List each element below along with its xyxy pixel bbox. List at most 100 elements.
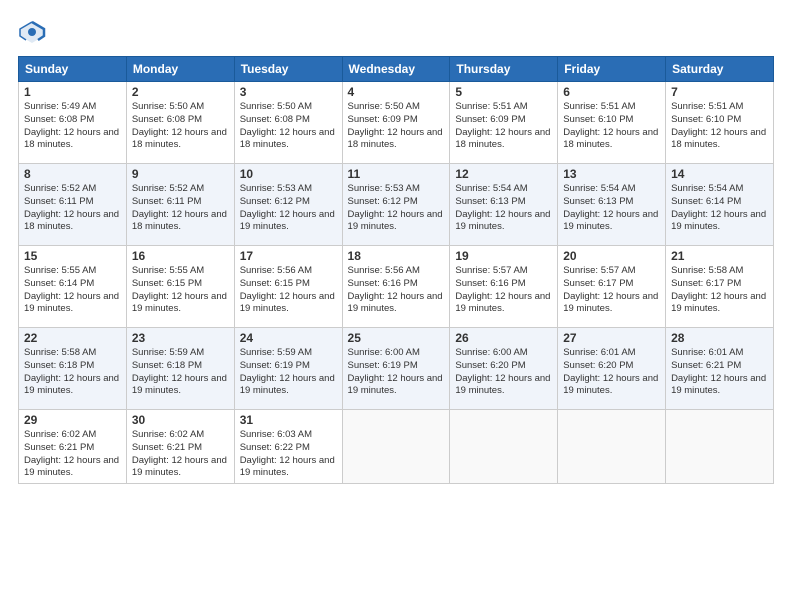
weekday-header-sunday: Sunday <box>19 57 127 82</box>
weekday-header-wednesday: Wednesday <box>342 57 450 82</box>
day-info: Sunrise: 5:54 AM Sunset: 6:13 PM Dayligh… <box>455 183 552 234</box>
day-info: Sunrise: 6:02 AM Sunset: 6:21 PM Dayligh… <box>132 429 229 480</box>
day-number: 12 <box>455 167 552 181</box>
day-info: Sunrise: 5:50 AM Sunset: 6:09 PM Dayligh… <box>348 101 445 152</box>
day-number: 15 <box>24 249 121 263</box>
calendar-cell: 21 Sunrise: 5:58 AM Sunset: 6:17 PM Dayl… <box>666 246 774 328</box>
calendar-cell: 1 Sunrise: 5:49 AM Sunset: 6:08 PM Dayli… <box>19 82 127 164</box>
calendar-cell: 9 Sunrise: 5:52 AM Sunset: 6:11 PM Dayli… <box>126 164 234 246</box>
calendar-cell: 25 Sunrise: 6:00 AM Sunset: 6:19 PM Dayl… <box>342 328 450 410</box>
weekday-header-friday: Friday <box>558 57 666 82</box>
day-info: Sunrise: 6:01 AM Sunset: 6:21 PM Dayligh… <box>671 347 768 398</box>
day-number: 20 <box>563 249 660 263</box>
calendar-cell: 23 Sunrise: 5:59 AM Sunset: 6:18 PM Dayl… <box>126 328 234 410</box>
calendar-cell: 31 Sunrise: 6:03 AM Sunset: 6:22 PM Dayl… <box>234 410 342 484</box>
weekday-header-saturday: Saturday <box>666 57 774 82</box>
day-number: 31 <box>240 413 337 427</box>
day-number: 19 <box>455 249 552 263</box>
day-info: Sunrise: 5:51 AM Sunset: 6:10 PM Dayligh… <box>671 101 768 152</box>
day-number: 14 <box>671 167 768 181</box>
weekday-header-tuesday: Tuesday <box>234 57 342 82</box>
calendar-week-row: 8 Sunrise: 5:52 AM Sunset: 6:11 PM Dayli… <box>19 164 774 246</box>
day-number: 1 <box>24 85 121 99</box>
calendar-cell: 19 Sunrise: 5:57 AM Sunset: 6:16 PM Dayl… <box>450 246 558 328</box>
day-info: Sunrise: 5:57 AM Sunset: 6:16 PM Dayligh… <box>455 265 552 316</box>
day-number: 18 <box>348 249 445 263</box>
calendar-cell: 11 Sunrise: 5:53 AM Sunset: 6:12 PM Dayl… <box>342 164 450 246</box>
calendar-cell: 29 Sunrise: 6:02 AM Sunset: 6:21 PM Dayl… <box>19 410 127 484</box>
day-info: Sunrise: 5:59 AM Sunset: 6:18 PM Dayligh… <box>132 347 229 398</box>
day-number: 27 <box>563 331 660 345</box>
day-number: 25 <box>348 331 445 345</box>
calendar-week-row: 15 Sunrise: 5:55 AM Sunset: 6:14 PM Dayl… <box>19 246 774 328</box>
day-info: Sunrise: 5:58 AM Sunset: 6:17 PM Dayligh… <box>671 265 768 316</box>
day-info: Sunrise: 5:57 AM Sunset: 6:17 PM Dayligh… <box>563 265 660 316</box>
day-info: Sunrise: 6:02 AM Sunset: 6:21 PM Dayligh… <box>24 429 121 480</box>
calendar-cell: 5 Sunrise: 5:51 AM Sunset: 6:09 PM Dayli… <box>450 82 558 164</box>
day-info: Sunrise: 5:59 AM Sunset: 6:19 PM Dayligh… <box>240 347 337 398</box>
day-number: 28 <box>671 331 768 345</box>
calendar-cell: 14 Sunrise: 5:54 AM Sunset: 6:14 PM Dayl… <box>666 164 774 246</box>
header <box>18 18 774 46</box>
calendar-cell: 18 Sunrise: 5:56 AM Sunset: 6:16 PM Dayl… <box>342 246 450 328</box>
day-number: 30 <box>132 413 229 427</box>
calendar-cell: 15 Sunrise: 5:55 AM Sunset: 6:14 PM Dayl… <box>19 246 127 328</box>
day-number: 4 <box>348 85 445 99</box>
day-info: Sunrise: 5:55 AM Sunset: 6:15 PM Dayligh… <box>132 265 229 316</box>
day-number: 11 <box>348 167 445 181</box>
day-number: 10 <box>240 167 337 181</box>
day-info: Sunrise: 5:55 AM Sunset: 6:14 PM Dayligh… <box>24 265 121 316</box>
calendar-cell: 28 Sunrise: 6:01 AM Sunset: 6:21 PM Dayl… <box>666 328 774 410</box>
day-number: 6 <box>563 85 660 99</box>
calendar-cell: 8 Sunrise: 5:52 AM Sunset: 6:11 PM Dayli… <box>19 164 127 246</box>
day-number: 29 <box>24 413 121 427</box>
calendar-cell: 13 Sunrise: 5:54 AM Sunset: 6:13 PM Dayl… <box>558 164 666 246</box>
calendar-cell <box>342 410 450 484</box>
day-info: Sunrise: 5:49 AM Sunset: 6:08 PM Dayligh… <box>24 101 121 152</box>
calendar-cell: 24 Sunrise: 5:59 AM Sunset: 6:19 PM Dayl… <box>234 328 342 410</box>
calendar-cell <box>666 410 774 484</box>
weekday-header-row: SundayMondayTuesdayWednesdayThursdayFrid… <box>19 57 774 82</box>
calendar-cell: 10 Sunrise: 5:53 AM Sunset: 6:12 PM Dayl… <box>234 164 342 246</box>
day-info: Sunrise: 6:00 AM Sunset: 6:20 PM Dayligh… <box>455 347 552 398</box>
calendar-cell: 17 Sunrise: 5:56 AM Sunset: 6:15 PM Dayl… <box>234 246 342 328</box>
day-number: 26 <box>455 331 552 345</box>
day-number: 13 <box>563 167 660 181</box>
calendar-cell: 22 Sunrise: 5:58 AM Sunset: 6:18 PM Dayl… <box>19 328 127 410</box>
day-info: Sunrise: 5:51 AM Sunset: 6:10 PM Dayligh… <box>563 101 660 152</box>
day-info: Sunrise: 5:58 AM Sunset: 6:18 PM Dayligh… <box>24 347 121 398</box>
calendar-week-row: 22 Sunrise: 5:58 AM Sunset: 6:18 PM Dayl… <box>19 328 774 410</box>
calendar-cell: 16 Sunrise: 5:55 AM Sunset: 6:15 PM Dayl… <box>126 246 234 328</box>
day-info: Sunrise: 5:53 AM Sunset: 6:12 PM Dayligh… <box>348 183 445 234</box>
day-number: 8 <box>24 167 121 181</box>
calendar-cell: 20 Sunrise: 5:57 AM Sunset: 6:17 PM Dayl… <box>558 246 666 328</box>
day-number: 17 <box>240 249 337 263</box>
page: SundayMondayTuesdayWednesdayThursdayFrid… <box>0 0 792 612</box>
day-number: 23 <box>132 331 229 345</box>
calendar-cell <box>450 410 558 484</box>
calendar-cell: 7 Sunrise: 5:51 AM Sunset: 6:10 PM Dayli… <box>666 82 774 164</box>
day-info: Sunrise: 5:51 AM Sunset: 6:09 PM Dayligh… <box>455 101 552 152</box>
weekday-header-monday: Monday <box>126 57 234 82</box>
calendar-table: SundayMondayTuesdayWednesdayThursdayFrid… <box>18 56 774 484</box>
day-info: Sunrise: 6:03 AM Sunset: 6:22 PM Dayligh… <box>240 429 337 480</box>
calendar-cell: 30 Sunrise: 6:02 AM Sunset: 6:21 PM Dayl… <box>126 410 234 484</box>
day-number: 9 <box>132 167 229 181</box>
weekday-header-thursday: Thursday <box>450 57 558 82</box>
day-number: 16 <box>132 249 229 263</box>
day-number: 3 <box>240 85 337 99</box>
calendar-cell: 3 Sunrise: 5:50 AM Sunset: 6:08 PM Dayli… <box>234 82 342 164</box>
day-info: Sunrise: 5:50 AM Sunset: 6:08 PM Dayligh… <box>240 101 337 152</box>
calendar-cell: 26 Sunrise: 6:00 AM Sunset: 6:20 PM Dayl… <box>450 328 558 410</box>
day-info: Sunrise: 5:50 AM Sunset: 6:08 PM Dayligh… <box>132 101 229 152</box>
day-info: Sunrise: 5:52 AM Sunset: 6:11 PM Dayligh… <box>132 183 229 234</box>
calendar-cell: 6 Sunrise: 5:51 AM Sunset: 6:10 PM Dayli… <box>558 82 666 164</box>
calendar-week-row: 29 Sunrise: 6:02 AM Sunset: 6:21 PM Dayl… <box>19 410 774 484</box>
day-info: Sunrise: 6:00 AM Sunset: 6:19 PM Dayligh… <box>348 347 445 398</box>
calendar-week-row: 1 Sunrise: 5:49 AM Sunset: 6:08 PM Dayli… <box>19 82 774 164</box>
day-info: Sunrise: 5:52 AM Sunset: 6:11 PM Dayligh… <box>24 183 121 234</box>
day-info: Sunrise: 6:01 AM Sunset: 6:20 PM Dayligh… <box>563 347 660 398</box>
logo <box>18 18 50 46</box>
day-info: Sunrise: 5:56 AM Sunset: 6:15 PM Dayligh… <box>240 265 337 316</box>
calendar-cell: 27 Sunrise: 6:01 AM Sunset: 6:20 PM Dayl… <box>558 328 666 410</box>
